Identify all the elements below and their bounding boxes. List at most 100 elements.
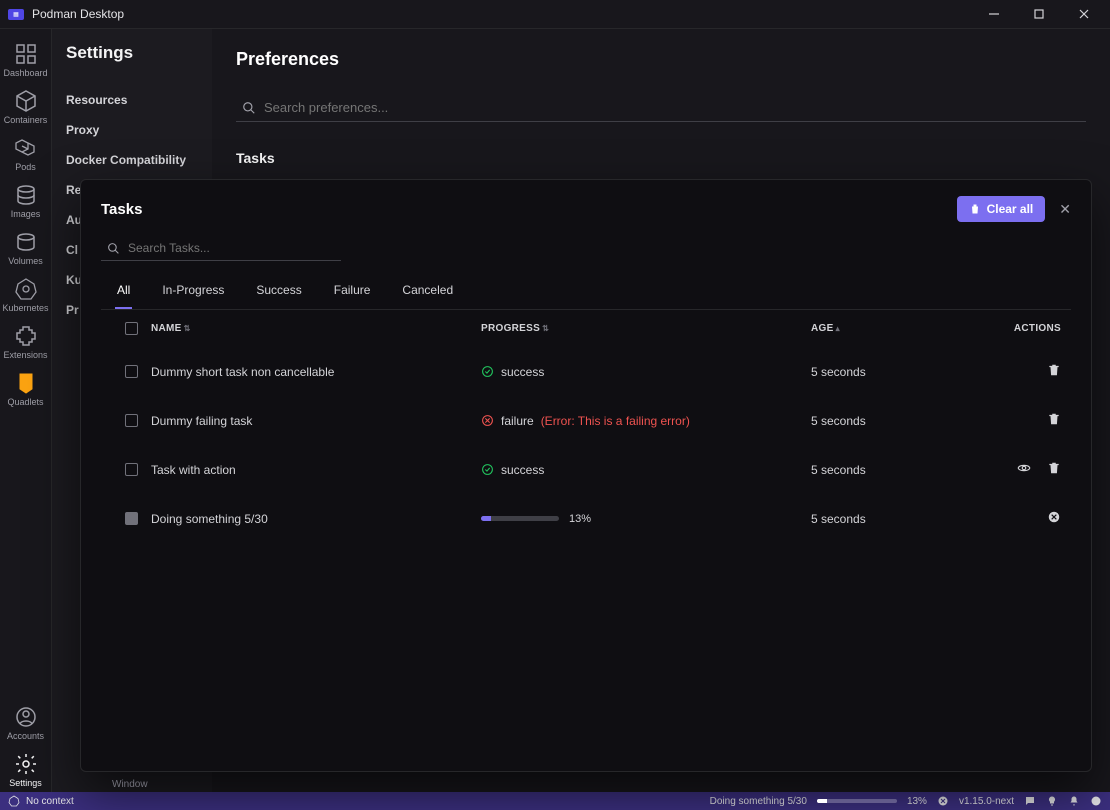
status-label: success [501,463,544,477]
rail-quadlets[interactable]: Quadlets [0,364,52,411]
task-age: 5 seconds [811,414,971,428]
status-bar: No context Doing something 5/30 13% v1.1… [0,792,1110,810]
rail-pods-label: Pods [15,162,36,172]
progress-label: 13% [569,513,591,525]
task-age: 5 seconds [811,365,971,379]
context-label[interactable]: No context [26,796,74,807]
statusbar-progress-bar [817,799,897,803]
clear-all-button[interactable]: Clear all [957,196,1046,222]
sort-icon: ⇅ [542,324,549,333]
settings-sidebar-title: Settings [66,43,198,63]
preferences-search[interactable] [236,94,1086,122]
column-age[interactable]: AGE▴ [811,323,971,334]
clear-all-label: Clear all [987,202,1034,216]
cancel-icon[interactable] [937,795,949,807]
app-title: Podman Desktop [32,7,124,21]
progress-bar [481,516,559,521]
lightbulb-icon[interactable] [1046,795,1058,807]
app-logo: ▦ [8,9,24,20]
rail-images-label: Images [11,209,41,219]
tasks-modal-title: Tasks [101,201,142,218]
row-checkbox[interactable] [125,365,138,378]
titlebar: ▦ Podman Desktop [0,0,1110,29]
kubernetes-context-icon [8,795,20,807]
success-icon [481,365,494,378]
rail-accounts[interactable]: Accounts [0,698,52,745]
task-name: Dummy failing task [151,414,481,428]
nav-rail: Dashboard Containers Pods Images Volumes… [0,29,52,792]
select-all-checkbox[interactable] [125,322,138,335]
task-row: Task with action success 5 seconds [101,445,1071,494]
status-label: success [501,365,544,379]
tasks-modal: Tasks Clear all ✕ All In-Progress Succes… [80,179,1092,772]
tab-failure[interactable]: Failure [332,275,373,309]
tasks-table-header: NAME⇅ PROGRESS⇅ AGE▴ ACTIONS [101,310,1071,347]
feedback-icon[interactable] [1024,795,1036,807]
row-checkbox[interactable] [125,414,138,427]
tab-success[interactable]: Success [254,275,303,309]
settings-item-resources[interactable]: Resources [66,85,198,115]
row-checkbox[interactable] [125,463,138,476]
bell-icon[interactable] [1068,795,1080,807]
maximize-button[interactable] [1016,0,1061,28]
search-icon [107,242,120,255]
tasks-icon[interactable] [1090,795,1102,807]
tasks-search[interactable] [101,236,341,261]
sort-up-icon: ▴ [836,324,840,333]
task-age: 5 seconds [811,463,971,477]
cancel-task-button[interactable] [1047,510,1061,527]
rail-settings[interactable]: Settings [0,745,52,792]
trash-icon [969,203,981,215]
sort-icon: ⇅ [184,324,191,333]
status-label: failure [501,414,534,428]
tab-all[interactable]: All [115,275,132,309]
task-name: Task with action [151,463,481,477]
close-button[interactable] [1061,0,1106,28]
rail-quadlets-label: Quadlets [7,397,43,407]
window-label: Window [112,779,148,790]
rail-volumes-label: Volumes [8,256,43,266]
rail-pods[interactable]: Pods [0,129,52,176]
tab-canceled[interactable]: Canceled [400,275,455,309]
rail-settings-label: Settings [9,778,42,788]
task-row: Dummy short task non cancellable success… [101,347,1071,396]
tasks-search-input[interactable] [128,241,335,255]
delete-task-button[interactable] [1047,363,1061,380]
minimize-button[interactable] [971,0,1016,28]
tab-in-progress[interactable]: In-Progress [160,275,226,309]
rail-kubernetes[interactable]: Kubernetes [0,270,52,317]
statusbar-task-name[interactable]: Doing something 5/30 [710,796,807,807]
close-modal-button[interactable]: ✕ [1059,201,1071,218]
preferences-section-tasks: Tasks [236,150,1086,166]
task-name: Doing something 5/30 [151,512,481,526]
rail-containers-label: Containers [4,115,48,125]
rail-kubernetes-label: Kubernetes [2,303,48,313]
success-icon [481,463,494,476]
task-name: Dummy short task non cancellable [151,365,481,379]
rail-extensions[interactable]: Extensions [0,317,52,364]
rail-images[interactable]: Images [0,176,52,223]
rail-containers[interactable]: Containers [0,82,52,129]
column-actions: ACTIONS [971,323,1061,334]
version-label[interactable]: v1.15.0-next [959,796,1014,807]
column-name[interactable]: NAME⇅ [151,323,481,334]
rail-volumes[interactable]: Volumes [0,223,52,270]
delete-task-button[interactable] [1047,412,1061,429]
preferences-search-input[interactable] [264,100,1080,115]
view-task-button[interactable] [1017,461,1031,478]
preferences-title: Preferences [236,49,1086,70]
delete-task-button[interactable] [1047,461,1061,478]
task-row: Doing something 5/30 13% 5 seconds [101,494,1071,543]
statusbar-progress-label: 13% [907,796,927,807]
settings-item-proxy[interactable]: Proxy [66,115,198,145]
failure-icon [481,414,494,427]
search-icon [242,101,256,115]
rail-accounts-label: Accounts [7,731,44,741]
column-progress[interactable]: PROGRESS⇅ [481,323,811,334]
error-text: (Error: This is a failing error) [541,414,690,428]
rail-dashboard[interactable]: Dashboard [0,35,52,82]
task-age: 5 seconds [811,512,971,526]
settings-item-docker[interactable]: Docker Compatibility [66,145,198,175]
rail-dashboard-label: Dashboard [3,68,47,78]
row-checkbox[interactable] [125,512,138,525]
